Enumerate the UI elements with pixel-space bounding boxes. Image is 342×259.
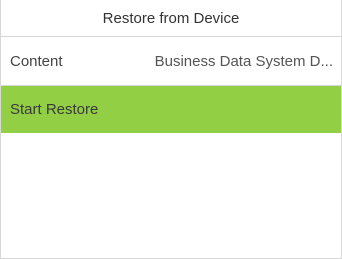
- page-title: Restore from Device: [102, 9, 240, 27]
- start-restore-button[interactable]: Start Restore: [1, 86, 341, 133]
- restore-screen: Restore from Device Content Business Dat…: [0, 0, 342, 259]
- menu-item-content[interactable]: Content Business Data System D...: [1, 37, 341, 86]
- menu-item-content-value: Business Data System D...: [154, 52, 333, 70]
- menu-item-content-label: Content: [10, 52, 63, 70]
- title-bar: Restore from Device: [1, 0, 341, 37]
- start-restore-label: Start Restore: [10, 101, 99, 118]
